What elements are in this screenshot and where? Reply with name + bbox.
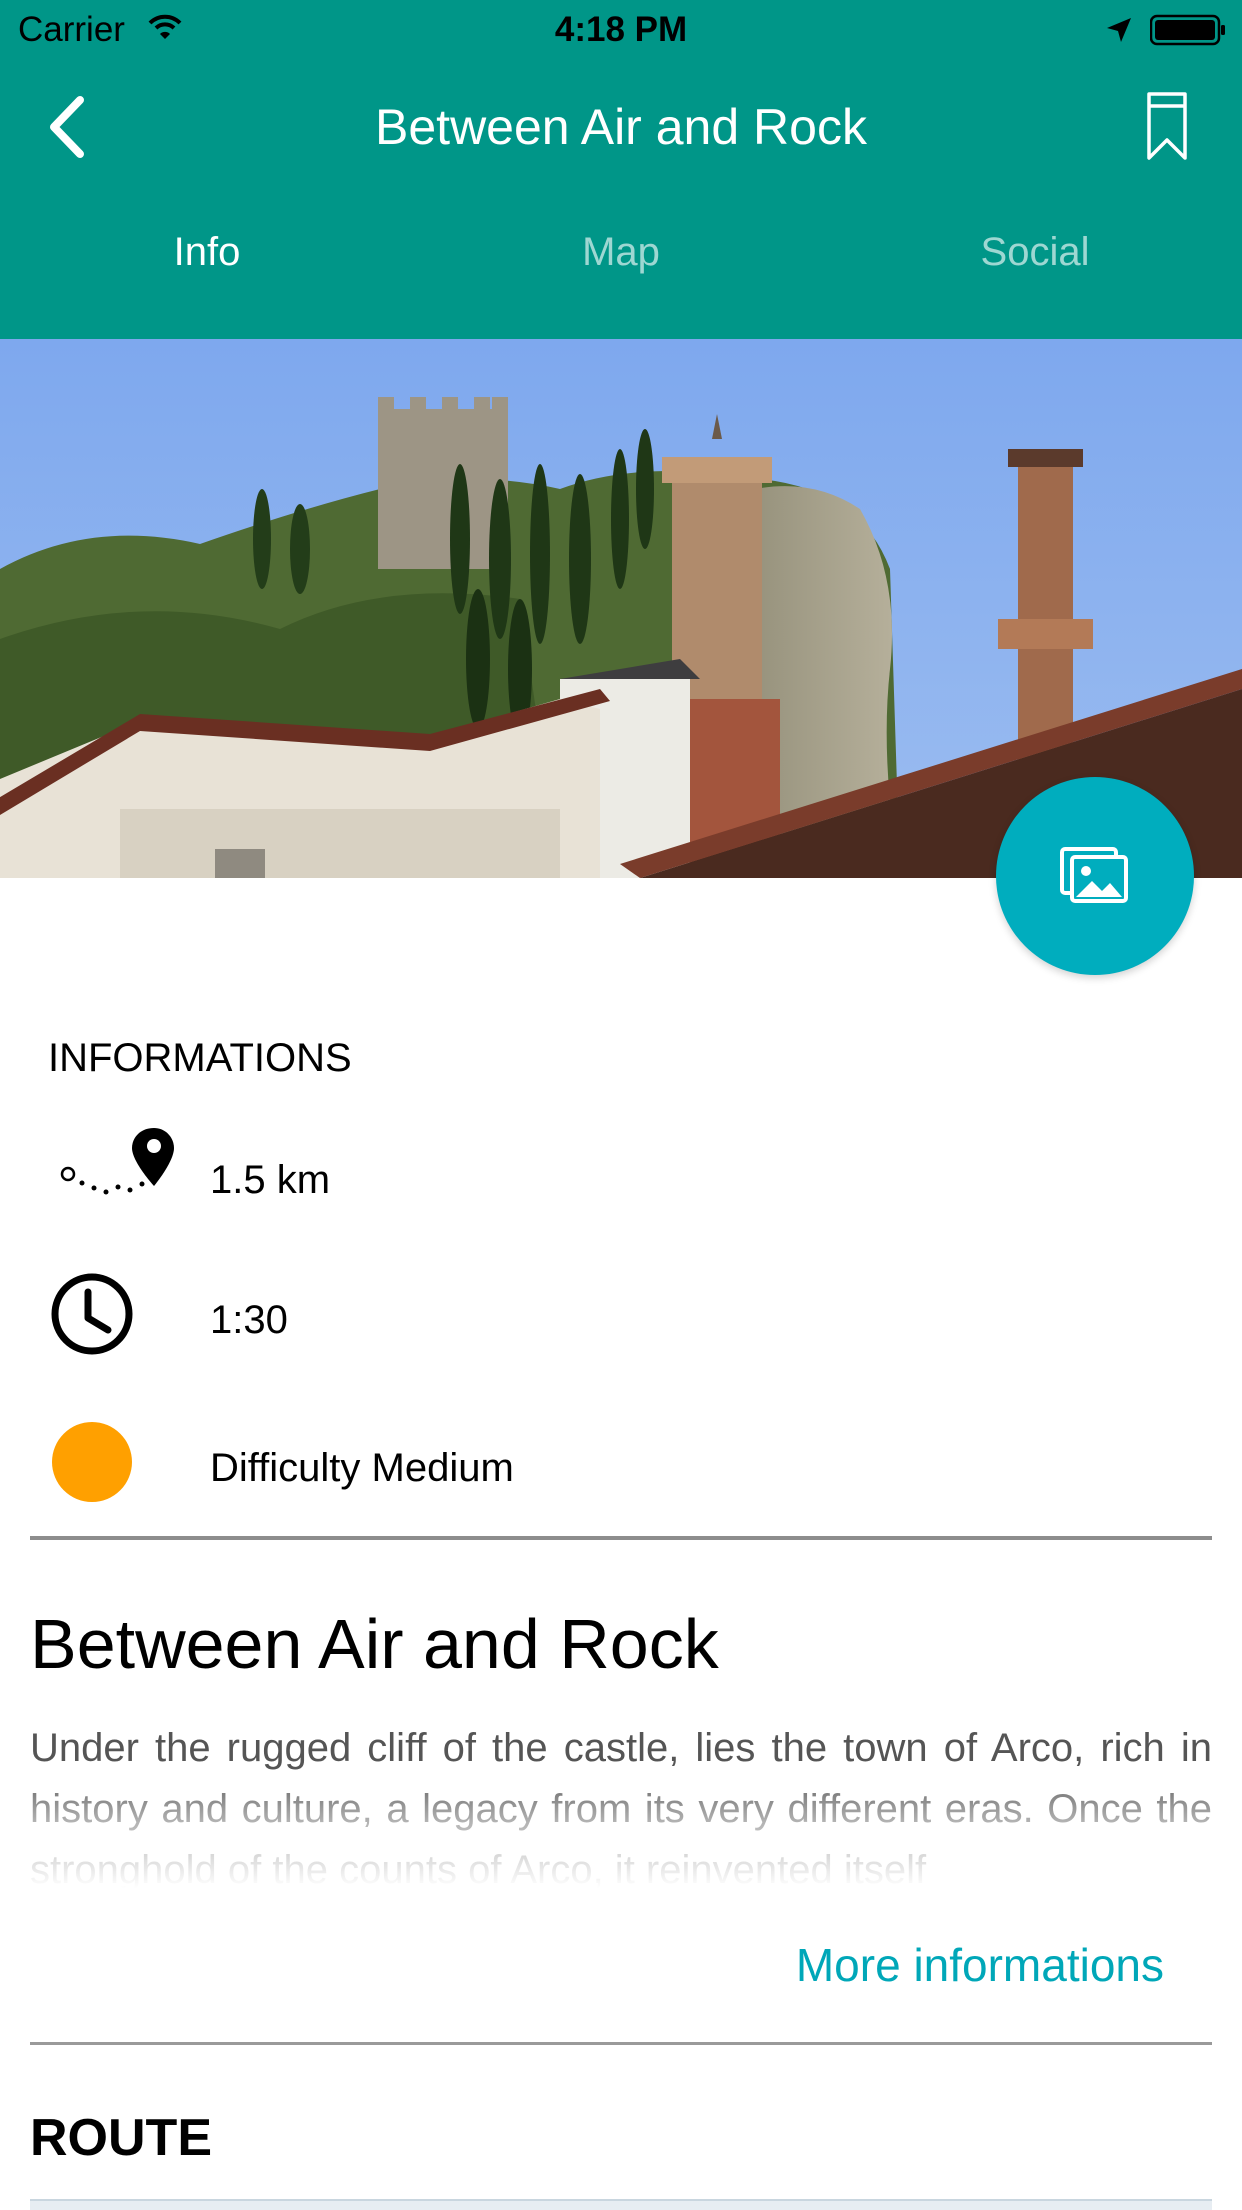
battery-icon [1150,14,1225,46]
difficulty-row: Difficulty Medium [0,1418,1242,1518]
distance-row: 1.5 km [0,1124,1242,1224]
location-arrow-icon [1107,18,1131,42]
app-header: Carrier 4:18 PM Between Air and Rock Inf… [0,0,1242,339]
duration-value: 1:30 [210,1298,288,1342]
route-distance-icon [60,1128,174,1195]
more-informations-link[interactable]: More informations [796,1938,1164,1992]
nav-title: Between Air and Rock [375,99,867,155]
tab-bar: Info Map Social [0,230,1242,310]
status-bar: Carrier 4:18 PM [0,0,1242,62]
bookmark-icon[interactable] [1145,90,1189,162]
difficulty-value: Difficulty Medium [210,1446,514,1490]
clock-time: 4:18 PM [554,10,688,49]
duration-row: 1:30 [0,1270,1242,1370]
article-description: Under the rugged cliff of the castle, li… [30,1718,1212,1888]
article-title: Between Air and Rock [30,1605,719,1683]
informations-heading: INFORMATIONS [48,1036,352,1080]
distance-value: 1.5 km [210,1158,331,1202]
tab-info[interactable]: Info [0,230,414,275]
route-divider [30,2042,1212,2045]
route-heading: ROUTE [30,2109,212,2167]
tab-social[interactable]: Social [828,230,1242,275]
clock-icon [51,1273,133,1355]
image-gallery-icon [1060,847,1128,903]
navigation-bar: Between Air and Rock [0,62,1242,192]
gallery-button[interactable] [996,777,1194,975]
route-map-preview [30,2199,1212,2210]
difficulty-dot-icon [52,1422,132,1502]
tab-map[interactable]: Map [414,230,828,275]
section-divider [30,1536,1212,1540]
